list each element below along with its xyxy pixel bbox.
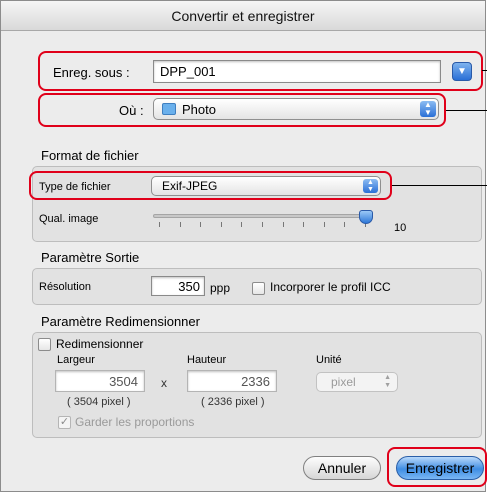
chevron-down-icon: ▼ <box>457 66 467 77</box>
height-value: 2336 <box>241 374 270 389</box>
slider-ticks <box>159 222 366 227</box>
folder-icon <box>162 103 176 115</box>
updown-arrows-icon: ▲ ▼ <box>420 101 436 117</box>
slider-tick <box>262 222 263 227</box>
slider-tick <box>179 222 181 227</box>
unit-label: Unité <box>316 354 342 366</box>
callout-line <box>392 185 487 186</box>
height-pixels: ( 2336 pixel ) <box>201 396 265 408</box>
icc-profile-label: Incorporer le profil ICC <box>270 280 391 294</box>
slider-tick <box>159 222 160 227</box>
resize-title: Paramètre Redimensionner <box>41 314 200 329</box>
updown-arrows-icon: ▲ ▼ <box>384 374 391 389</box>
where-label: Où : <box>119 103 144 118</box>
width-label: Largeur <box>57 354 95 366</box>
resolution-value: 350 <box>178 279 200 294</box>
save-as-input[interactable]: DPP_001 <box>153 60 441 83</box>
slider-tick <box>323 222 325 227</box>
save-button[interactable]: Enregistrer <box>396 456 484 480</box>
height-label: Hauteur <box>187 354 227 366</box>
save-as-value: DPP_001 <box>160 64 216 79</box>
slider-thumb[interactable] <box>359 210 373 224</box>
checkmark-icon: ✓ <box>59 416 70 428</box>
resolution-unit: ppp <box>210 281 231 295</box>
quality-slider[interactable] <box>153 210 373 230</box>
file-type-popup[interactable]: Exif-JPEG ▲ ▼ <box>151 176 381 196</box>
resize-checkbox[interactable] <box>38 338 51 351</box>
resize-label: Redimensionner <box>56 337 144 351</box>
resolution-input[interactable]: 350 <box>151 276 205 296</box>
where-popup[interactable]: Photo ▲ ▼ <box>153 98 439 120</box>
unit-value: pixel <box>331 375 356 389</box>
callout-line <box>446 110 487 111</box>
slider-tick <box>220 222 222 227</box>
file-type-value: Exif-JPEG <box>162 179 218 193</box>
cancel-button-label: Annuler <box>317 460 367 476</box>
file-type-label: Type de fichier <box>39 181 111 193</box>
slider-track <box>153 214 373 218</box>
dimension-separator: x <box>161 376 167 390</box>
slider-tick <box>200 222 202 227</box>
keep-proportions-checkbox[interactable]: ✓ <box>58 416 71 429</box>
width-input[interactable]: 3504 <box>55 370 145 392</box>
file-format-title: Format de fichier <box>41 148 139 163</box>
slider-tick <box>282 222 284 227</box>
window-title: Convertir et enregistrer <box>1 1 485 31</box>
quality-value: 10 <box>394 222 407 234</box>
output-title: Paramètre Sortie <box>41 250 140 265</box>
keep-proportions-label: Garder les proportions <box>75 415 195 429</box>
slider-tick <box>344 222 346 227</box>
where-value: Photo <box>182 102 216 117</box>
width-pixels: ( 3504 pixel ) <box>67 396 131 408</box>
convert-save-dialog: Convertir et enregistrer Enreg. sous : D… <box>0 0 486 492</box>
slider-tick <box>303 222 305 227</box>
callout-line <box>482 70 487 71</box>
unit-popup[interactable]: pixel ▲ ▼ <box>316 372 398 392</box>
resolution-label: Résolution <box>39 281 91 293</box>
expand-browser-button[interactable]: ▼ <box>452 62 472 81</box>
width-value: 3504 <box>109 374 138 389</box>
icc-profile-checkbox[interactable] <box>252 282 265 295</box>
save-as-label: Enreg. sous : <box>53 65 130 80</box>
cancel-button[interactable]: Annuler <box>303 456 381 480</box>
height-input[interactable]: 2336 <box>187 370 277 392</box>
quality-label: Qual. image <box>39 213 99 225</box>
updown-arrows-icon: ▲ ▼ <box>363 179 378 193</box>
save-button-label: Enregistrer <box>405 460 475 476</box>
slider-tick <box>241 222 243 227</box>
